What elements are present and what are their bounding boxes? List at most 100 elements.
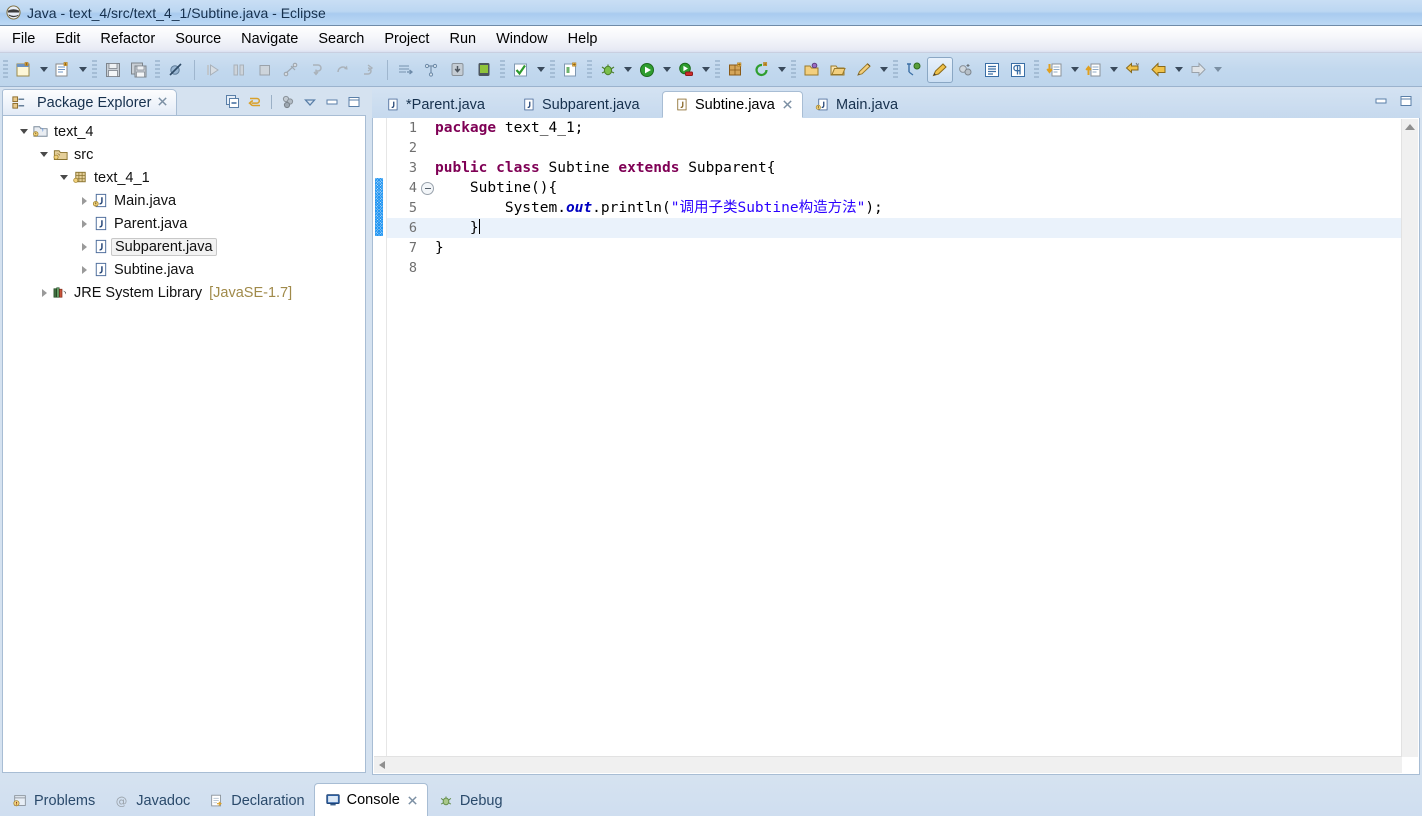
menu-navigate[interactable]: Navigate bbox=[231, 28, 308, 50]
android-virtual-device-icon[interactable] bbox=[471, 57, 497, 83]
save-icon[interactable] bbox=[100, 57, 126, 83]
previous-annotation-dropdown-icon[interactable] bbox=[1107, 58, 1120, 82]
editor-horizontal-scrollbar[interactable] bbox=[374, 756, 1402, 773]
toolbar-grip-4[interactable] bbox=[500, 60, 505, 80]
open-console-icon[interactable] bbox=[393, 57, 419, 83]
next-annotation-dropdown-icon[interactable] bbox=[1068, 58, 1081, 82]
editor-tab-parent-java[interactable]: *Parent.java bbox=[374, 91, 494, 118]
new-java-project-icon[interactable] bbox=[558, 57, 584, 83]
android-sdk-manager-icon[interactable] bbox=[445, 57, 471, 83]
run-external-tools-icon[interactable] bbox=[673, 57, 699, 83]
new-wizard-icon[interactable] bbox=[11, 57, 37, 83]
menu-refactor[interactable]: Refactor bbox=[90, 28, 165, 50]
build-check-icon[interactable] bbox=[508, 57, 534, 83]
twisty-right-icon[interactable] bbox=[37, 281, 51, 304]
bottom-tab-console[interactable]: Console bbox=[314, 783, 428, 816]
scroll-left-arrow-icon[interactable] bbox=[379, 761, 385, 769]
twisty-right-icon[interactable] bbox=[77, 189, 91, 212]
toolbar-grip-9[interactable] bbox=[893, 60, 898, 80]
step-into-icon[interactable] bbox=[304, 57, 330, 83]
toolbar-grip-5[interactable] bbox=[550, 60, 555, 80]
new-android-test-icon[interactable] bbox=[419, 57, 445, 83]
twisty-down-icon[interactable] bbox=[17, 120, 31, 143]
toolbar-grip-6[interactable] bbox=[587, 60, 592, 80]
close-icon[interactable] bbox=[157, 95, 168, 110]
search-pencil-dropdown-icon[interactable] bbox=[877, 58, 890, 82]
build-dropdown-icon[interactable] bbox=[534, 58, 547, 82]
step-return-icon[interactable] bbox=[356, 57, 382, 83]
editor-tab-main-java[interactable]: Main.java bbox=[804, 91, 907, 118]
twisty-right-icon[interactable] bbox=[77, 235, 91, 258]
terminate-icon[interactable] bbox=[252, 57, 278, 83]
close-icon[interactable] bbox=[407, 795, 418, 806]
menu-file[interactable]: File bbox=[2, 28, 45, 50]
open-type-icon[interactable] bbox=[799, 57, 825, 83]
menu-project[interactable]: Project bbox=[374, 28, 439, 50]
bottom-tab-declaration[interactable]: Declaration bbox=[199, 786, 313, 816]
toolbar-grip-10[interactable] bbox=[1034, 60, 1039, 80]
highlight-pencil-icon[interactable] bbox=[927, 57, 953, 83]
new-package-icon[interactable] bbox=[723, 57, 749, 83]
maximize-icon[interactable] bbox=[344, 92, 364, 112]
save-all-icon[interactable] bbox=[126, 57, 152, 83]
editor-tab-subtine-java[interactable]: Subtine.java bbox=[662, 91, 803, 118]
forward-dropdown-icon[interactable] bbox=[1211, 58, 1224, 82]
package-explorer-tree[interactable]: text_4 src bbox=[2, 115, 366, 773]
new-java-class-dropdown-icon[interactable] bbox=[76, 58, 89, 82]
run-dropdown-icon[interactable] bbox=[660, 58, 673, 82]
toggle-mark-occurrences-icon[interactable] bbox=[901, 57, 927, 83]
bottom-tab-problems[interactable]: Problems bbox=[2, 786, 104, 816]
bottom-tab-debug[interactable]: Debug bbox=[428, 786, 512, 816]
toolbar-grip[interactable] bbox=[3, 60, 8, 80]
toolbar-grip-7[interactable] bbox=[715, 60, 720, 80]
minimize-icon[interactable] bbox=[1373, 93, 1389, 112]
tree-item-main-java[interactable]: Main.java bbox=[3, 189, 365, 212]
tree-item-parent-java[interactable]: Parent.java bbox=[3, 212, 365, 235]
close-icon[interactable] bbox=[782, 99, 793, 110]
maximize-icon[interactable] bbox=[1398, 93, 1414, 112]
toolbar-grip-8[interactable] bbox=[791, 60, 796, 80]
resume-icon[interactable] bbox=[200, 57, 226, 83]
open-task-icon[interactable] bbox=[825, 57, 851, 83]
refresh-dropdown-icon[interactable] bbox=[775, 58, 788, 82]
minimize-icon[interactable] bbox=[322, 92, 342, 112]
link-with-editor-icon[interactable] bbox=[953, 57, 979, 83]
forward-icon[interactable] bbox=[1185, 57, 1211, 83]
editor-text-area[interactable]: 1 2 3 4 5 6 7 8 package text_4_1; public… bbox=[372, 118, 1420, 775]
tree-item-text_4[interactable]: text_4 bbox=[3, 120, 365, 143]
next-annotation-icon[interactable] bbox=[1042, 57, 1068, 83]
step-over-icon[interactable] bbox=[330, 57, 356, 83]
fold-collapse-icon[interactable] bbox=[421, 182, 434, 195]
toolbar-grip-2[interactable] bbox=[92, 60, 97, 80]
menu-window[interactable]: Window bbox=[486, 28, 558, 50]
refresh-icon[interactable] bbox=[749, 57, 775, 83]
debug-icon[interactable] bbox=[595, 57, 621, 83]
menu-search[interactable]: Search bbox=[308, 28, 374, 50]
back-icon[interactable] bbox=[1146, 57, 1172, 83]
link-with-editor-icon[interactable] bbox=[245, 92, 265, 112]
pilcrow-icon[interactable] bbox=[1005, 57, 1031, 83]
suspend-icon[interactable] bbox=[226, 57, 252, 83]
twisty-down-icon[interactable] bbox=[57, 166, 71, 189]
skip-all-breakpoints-icon[interactable] bbox=[163, 57, 189, 83]
new-wizard-dropdown-icon[interactable] bbox=[37, 58, 50, 82]
twisty-right-icon[interactable] bbox=[77, 258, 91, 281]
view-menu-focus-icon[interactable] bbox=[278, 92, 298, 112]
twisty-right-icon[interactable] bbox=[77, 212, 91, 235]
view-menu-icon[interactable] bbox=[300, 92, 320, 112]
menu-help[interactable]: Help bbox=[558, 28, 608, 50]
debug-dropdown-icon[interactable] bbox=[621, 58, 634, 82]
source-code[interactable]: package text_4_1; public class Subtine e… bbox=[435, 118, 1401, 758]
tree-item-src[interactable]: src bbox=[3, 143, 365, 166]
menu-edit[interactable]: Edit bbox=[45, 28, 90, 50]
run-icon[interactable] bbox=[634, 57, 660, 83]
show-whitespace-icon[interactable] bbox=[979, 57, 1005, 83]
search-pencil-icon[interactable] bbox=[851, 57, 877, 83]
menu-run[interactable]: Run bbox=[439, 28, 486, 50]
back-dropdown-icon[interactable] bbox=[1172, 58, 1185, 82]
editor-tab-subparent-java[interactable]: Subparent.java bbox=[510, 91, 649, 118]
menu-source[interactable]: Source bbox=[165, 28, 231, 50]
editor-vertical-scrollbar[interactable] bbox=[1401, 119, 1418, 757]
run-external-tools-dropdown-icon[interactable] bbox=[699, 58, 712, 82]
scroll-up-arrow-icon[interactable] bbox=[1405, 124, 1415, 130]
